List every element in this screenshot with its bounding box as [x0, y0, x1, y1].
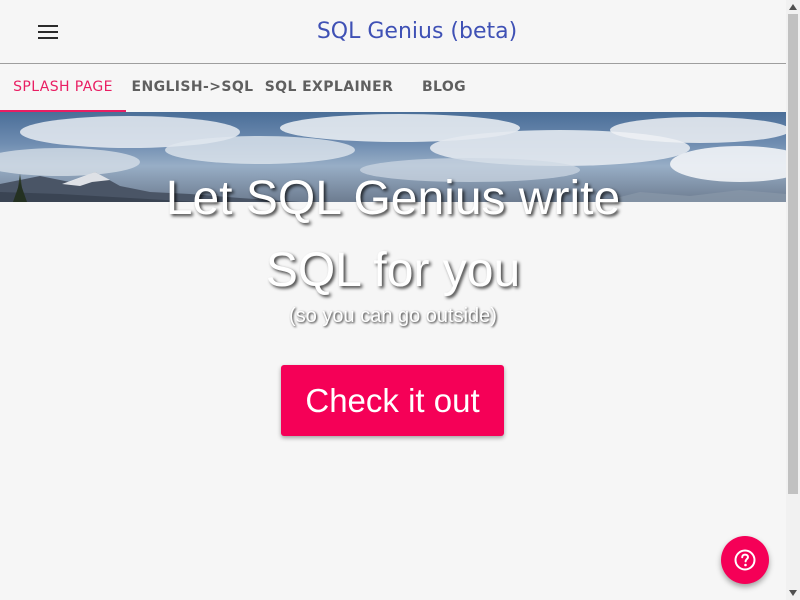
scroll-down-button[interactable] [786, 586, 800, 600]
scroll-up-button[interactable] [786, 0, 800, 14]
help-circle-icon [734, 549, 756, 571]
scrollbar-thumb[interactable] [788, 14, 798, 494]
tab-label: ENGLISH->SQL [131, 79, 254, 95]
tab-label: BLOG [421, 79, 467, 95]
arrow-down-icon [789, 590, 797, 596]
vertical-scrollbar[interactable] [786, 0, 800, 600]
tab-label: SPLASH PAGE [13, 79, 113, 95]
tab-english-to-sql[interactable]: ENGLISH->SQL [126, 64, 259, 112]
arrow-up-icon [789, 4, 797, 10]
check-it-out-button[interactable]: Check it out [281, 365, 504, 436]
tab-splash-page[interactable]: SPLASH PAGE [0, 64, 126, 112]
tab-label: SQL EXPLAINER [264, 79, 394, 95]
hero-subheadline: (so you can go outside) [289, 305, 497, 327]
tab-bar: SPLASH PAGE ENGLISH->SQL SQL EXPLAINER B… [0, 64, 786, 112]
app-bar: SQL Genius (beta) [0, 0, 786, 64]
hero-headline-line-2: SQL for you [265, 244, 521, 297]
hero-headline: Let SQL Genius write SQL for you [0, 163, 786, 307]
main-content: SQL Genius (beta) SPLASH PAGE ENGLISH->S… [0, 0, 786, 600]
help-fab-button[interactable] [721, 536, 769, 584]
tab-sql-explainer[interactable]: SQL EXPLAINER [259, 64, 399, 112]
tab-blog[interactable]: BLOG [399, 64, 489, 112]
app-title: SQL Genius (beta) [316, 19, 518, 44]
hero-headline-line-1: Let SQL Genius write [165, 172, 621, 225]
page: SQL Genius (beta) SPLASH PAGE ENGLISH->S… [0, 0, 800, 600]
